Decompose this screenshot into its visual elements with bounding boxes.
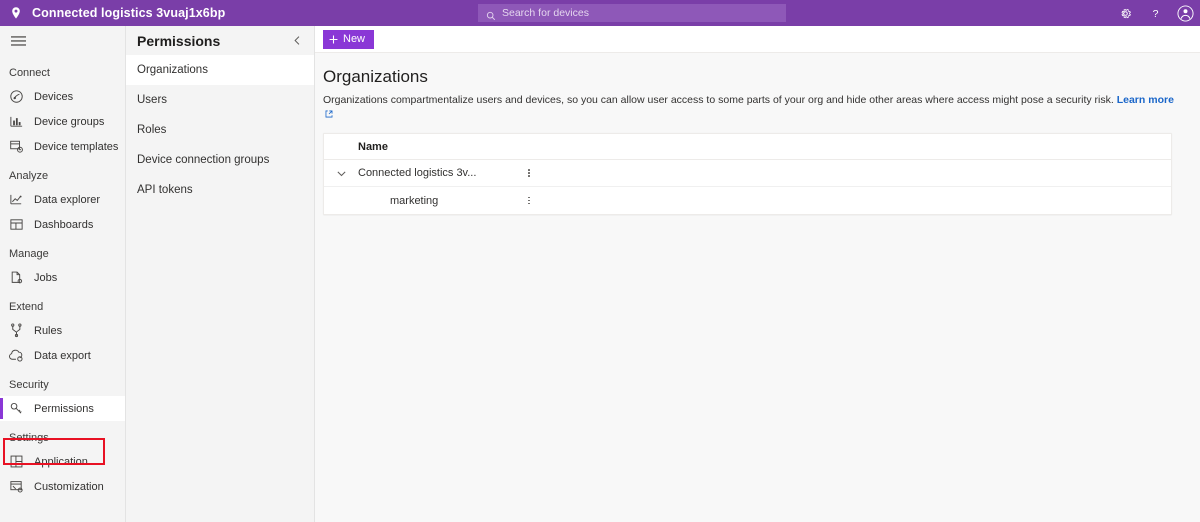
nav-group-analyze: Analyze — [9, 170, 49, 182]
permissions-panel-header: Permissions — [126, 26, 314, 55]
organizations-section: Organizations Organizations compartmenta… — [315, 53, 1200, 522]
external-link-icon — [325, 108, 333, 122]
subnav-item-organizations[interactable]: Organizations — [126, 55, 314, 85]
sidebar-item-data-explorer[interactable]: Data explorer — [0, 187, 125, 212]
more-options-icon[interactable] — [520, 196, 538, 205]
nav-group-security: Security — [9, 379, 49, 391]
nav-group-manage: Manage — [9, 248, 49, 260]
subnav-item-users[interactable]: Users — [126, 85, 314, 115]
search-icon — [486, 8, 496, 21]
learn-more-label: Learn more — [1116, 94, 1174, 106]
main-content: New Organizations Organizations compartm… — [315, 26, 1200, 522]
app-root: Connected logistics 3vuaj1x6bp ? — [0, 0, 1200, 522]
chevron-down-icon[interactable] — [324, 168, 358, 179]
sidebar-item-customization[interactable]: Customization — [0, 474, 125, 499]
organizations-table: Name Connected logistics 3v... marketing — [323, 133, 1172, 215]
sidebar-item-devices[interactable]: Devices — [0, 84, 125, 109]
sidebar-label-devices: Devices — [34, 90, 74, 103]
subnav-item-api-tokens[interactable]: API tokens — [126, 175, 314, 205]
sidebar-label-application: Application — [34, 455, 88, 468]
customization-icon — [9, 479, 24, 494]
sidebar-item-data-export[interactable]: Data export — [0, 343, 125, 368]
sidebar-label-data-explorer: Data explorer — [34, 193, 101, 206]
sidebar-item-dashboards[interactable]: Dashboards — [0, 212, 125, 237]
dashboards-icon — [9, 217, 24, 232]
command-bar: New — [315, 26, 1200, 53]
nav-group-settings: Settings — [9, 432, 49, 444]
application-title: Connected logistics 3vuaj1x6bp — [32, 6, 226, 20]
row-name-block: Connected logistics 3v... — [324, 167, 514, 179]
sidebar-item-device-groups[interactable]: Device groups — [0, 109, 125, 134]
sidebar-item-rules[interactable]: Rules — [0, 318, 125, 343]
data-explorer-icon — [9, 192, 24, 207]
plus-icon — [329, 35, 338, 44]
page-description: Organizations compartmentalize users and… — [323, 93, 1182, 122]
table-row[interactable]: marketing — [324, 187, 1171, 214]
hamburger-menu-icon[interactable] — [0, 26, 125, 56]
devices-icon — [9, 89, 24, 104]
sidebar-label-device-groups: Device groups — [34, 115, 105, 128]
jobs-icon — [9, 270, 24, 285]
topbar-actions: ? — [1110, 0, 1200, 26]
sidebar-label-dashboards: Dashboards — [34, 218, 94, 231]
data-export-icon — [9, 348, 24, 363]
sidebar-item-application[interactable]: Application — [0, 449, 125, 474]
more-options-dots — [528, 169, 530, 177]
organization-name: Connected logistics 3v... — [358, 167, 477, 179]
nav-group-connect: Connect — [9, 67, 50, 79]
sidebar-label-permissions: Permissions — [34, 402, 94, 415]
sidebar-label-device-templates: Device templates — [34, 140, 119, 153]
device-groups-icon — [9, 114, 24, 129]
application-icon — [9, 454, 24, 469]
sidebar-item-device-templates[interactable]: Device templates — [0, 134, 125, 159]
brand-area: Connected logistics 3vuaj1x6bp — [0, 6, 225, 20]
page-title: Organizations — [323, 67, 428, 86]
new-organization-button[interactable]: New — [323, 29, 375, 49]
table-row[interactable]: Connected logistics 3v... — [324, 160, 1171, 187]
global-search-box[interactable] — [478, 4, 786, 22]
table-header-row: Name — [324, 134, 1171, 160]
sidebar-label-rules: Rules — [34, 324, 63, 337]
more-options-dots — [528, 196, 530, 205]
sidebar-item-jobs[interactable]: Jobs — [0, 265, 125, 290]
organization-name: marketing — [390, 194, 439, 207]
search-input[interactable] — [502, 4, 778, 22]
sidebar-item-permissions[interactable]: Permissions — [0, 396, 125, 421]
chevron-left-icon[interactable] — [290, 34, 304, 48]
device-templates-icon — [9, 139, 24, 154]
sidebar-label-customization: Customization — [34, 480, 104, 493]
sidebar-label-jobs: Jobs — [34, 271, 58, 284]
nav-group-extend: Extend — [9, 301, 44, 313]
rules-icon — [9, 323, 24, 338]
column-header-name: Name — [358, 140, 388, 153]
left-navigation-rail: Connect Devices Device groups Device tem… — [0, 26, 126, 522]
more-options-icon[interactable] — [520, 169, 538, 177]
account-avatar-icon[interactable] — [1170, 0, 1200, 26]
row-name-block: marketing — [324, 195, 514, 207]
settings-gear-icon[interactable] — [1110, 0, 1140, 26]
location-pin-icon — [9, 6, 23, 20]
sidebar-label-data-export: Data export — [34, 349, 91, 362]
subnav-item-roles[interactable]: Roles — [126, 115, 314, 145]
permissions-panel-title: Permissions — [137, 32, 221, 49]
permissions-panel: Permissions Organizations Users Roles De… — [126, 26, 315, 522]
svg-text:?: ? — [1152, 8, 1158, 20]
top-header-bar: Connected logistics 3vuaj1x6bp ? — [0, 0, 1200, 26]
page-description-text: Organizations compartmentalize users and… — [323, 94, 1114, 106]
new-button-label: New — [343, 33, 366, 45]
app-body: Connect Devices Device groups Device tem… — [0, 26, 1200, 522]
permissions-key-icon — [9, 401, 24, 416]
subnav-item-device-connection-groups[interactable]: Device connection groups — [126, 145, 314, 175]
help-question-icon[interactable]: ? — [1140, 0, 1170, 26]
